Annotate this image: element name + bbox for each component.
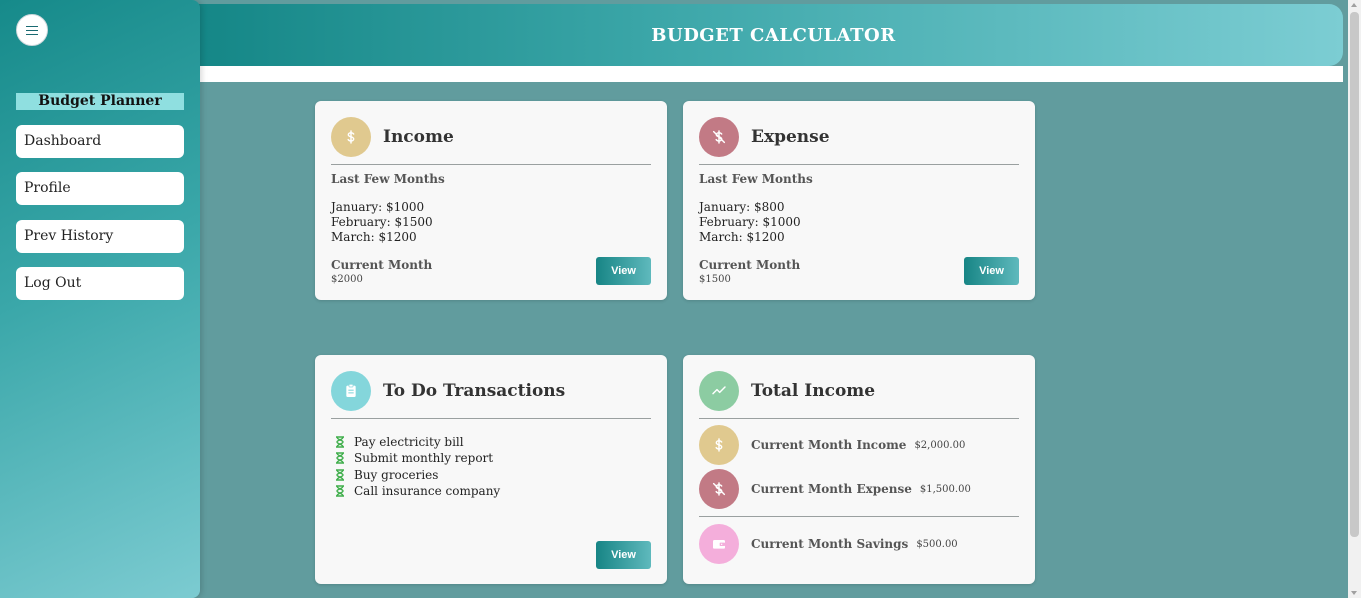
scrollbar-thumb[interactable] bbox=[1350, 12, 1359, 537]
total-row-label: Current Month Savings bbox=[751, 537, 909, 551]
income-card-header: Income bbox=[331, 117, 454, 157]
hourglass-icon bbox=[336, 452, 344, 465]
scroll-down-arrow-icon[interactable] bbox=[1351, 591, 1357, 595]
sidebar-item-dashboard[interactable]: Dashboard bbox=[16, 125, 184, 158]
todo-card-header: To Do Transactions bbox=[331, 371, 565, 411]
total-income-card: Total Income Current Month Income $2,000… bbox=[683, 355, 1035, 584]
expense-current-month-label: Current Month bbox=[699, 258, 801, 272]
total-row-label: Current Month Income bbox=[751, 438, 907, 452]
total-income-card-title: Total Income bbox=[751, 381, 876, 401]
expense-month-item: March: $1200 bbox=[699, 230, 785, 244]
wallet-icon bbox=[699, 524, 739, 564]
expense-view-button[interactable]: View bbox=[964, 257, 1019, 285]
trend-icon bbox=[699, 371, 739, 411]
income-months-list: January: $1000 February: $1500 March: $1… bbox=[331, 200, 433, 245]
dollar-off-icon bbox=[699, 117, 739, 157]
total-row-label: Current Month Expense bbox=[751, 482, 912, 496]
hourglass-icon bbox=[336, 436, 344, 448]
expense-subtitle: Last Few Months bbox=[699, 172, 813, 186]
income-view-button[interactable]: View bbox=[596, 257, 651, 285]
expense-months-list: January: $800 February: $1000 March: $12… bbox=[699, 200, 801, 245]
total-row-value: $500.00 bbox=[916, 538, 958, 550]
page-title: BUDGET CALCULATOR bbox=[651, 24, 896, 46]
income-card: Income Last Few Months January: $1000 Fe… bbox=[315, 101, 667, 300]
expense-card-title: Expense bbox=[751, 127, 830, 147]
divider bbox=[331, 164, 651, 165]
hourglass-icon bbox=[336, 469, 344, 481]
sidebar: Budget Planner Dashboard Profile Prev Hi… bbox=[0, 0, 200, 598]
sidebar-item-log-out[interactable]: Log Out bbox=[16, 267, 184, 300]
todo-card: To Do Transactions Pay electricity bill … bbox=[315, 355, 667, 584]
todo-item-label: Buy groceries bbox=[354, 467, 439, 482]
divider bbox=[699, 164, 1019, 165]
dollar-icon bbox=[699, 425, 739, 465]
expense-card-header: Expense bbox=[699, 117, 830, 157]
list-item: Buy groceries bbox=[335, 467, 500, 483]
hourglass-icon bbox=[336, 485, 344, 497]
list-item: Submit monthly report bbox=[335, 450, 500, 466]
todo-item-label: Call insurance company bbox=[354, 484, 501, 499]
total-row-income: Current Month Income $2,000.00 bbox=[699, 425, 965, 465]
total-income-card-header: Total Income bbox=[699, 371, 875, 411]
todo-list: Pay electricity bill Submit monthly repo… bbox=[335, 434, 500, 499]
income-card-title: Income bbox=[383, 127, 454, 147]
divider bbox=[699, 418, 1019, 419]
total-row-savings: Current Month Savings $500.00 bbox=[699, 524, 958, 564]
expense-month-item: January: $800 bbox=[699, 200, 785, 214]
divider bbox=[699, 516, 1019, 517]
vertical-scrollbar[interactable] bbox=[1348, 0, 1361, 598]
total-row-expense: Current Month Expense $1,500.00 bbox=[699, 469, 971, 509]
clipboard-icon bbox=[331, 371, 371, 411]
scroll-up-arrow-icon[interactable] bbox=[1351, 3, 1357, 7]
sidebar-item-profile[interactable]: Profile bbox=[16, 172, 184, 205]
income-month-item: February: $1500 bbox=[331, 215, 433, 229]
income-subtitle: Last Few Months bbox=[331, 172, 445, 186]
hamburger-icon bbox=[26, 25, 38, 35]
total-row-value: $1,500.00 bbox=[919, 483, 971, 495]
sidebar-brand: Budget Planner bbox=[16, 93, 184, 110]
income-month-item: March: $1200 bbox=[331, 230, 417, 244]
dollar-icon bbox=[331, 117, 371, 157]
todo-view-button[interactable]: View bbox=[596, 541, 651, 569]
header-underline bbox=[200, 66, 1343, 82]
list-item: Pay electricity bill bbox=[335, 434, 500, 450]
total-row-value: $2,000.00 bbox=[914, 439, 966, 451]
divider bbox=[331, 418, 651, 419]
todo-item-label: Pay electricity bill bbox=[354, 435, 464, 450]
expense-current-month-value: $1500 bbox=[699, 274, 731, 285]
expense-month-item: February: $1000 bbox=[699, 215, 801, 229]
sidebar-item-prev-history[interactable]: Prev History bbox=[16, 220, 184, 253]
todo-card-title: To Do Transactions bbox=[383, 381, 566, 401]
income-current-month-value: $2000 bbox=[331, 274, 363, 285]
list-item: Call insurance company bbox=[335, 483, 500, 499]
expense-card: Expense Last Few Months January: $800 Fe… bbox=[683, 101, 1035, 300]
income-month-item: January: $1000 bbox=[331, 200, 425, 214]
app-header: BUDGET CALCULATOR bbox=[190, 4, 1343, 66]
todo-item-label: Submit monthly report bbox=[354, 451, 494, 466]
income-current-month-label: Current Month bbox=[331, 258, 433, 272]
dollar-off-icon bbox=[699, 469, 739, 509]
menu-toggle-button[interactable] bbox=[16, 14, 48, 46]
